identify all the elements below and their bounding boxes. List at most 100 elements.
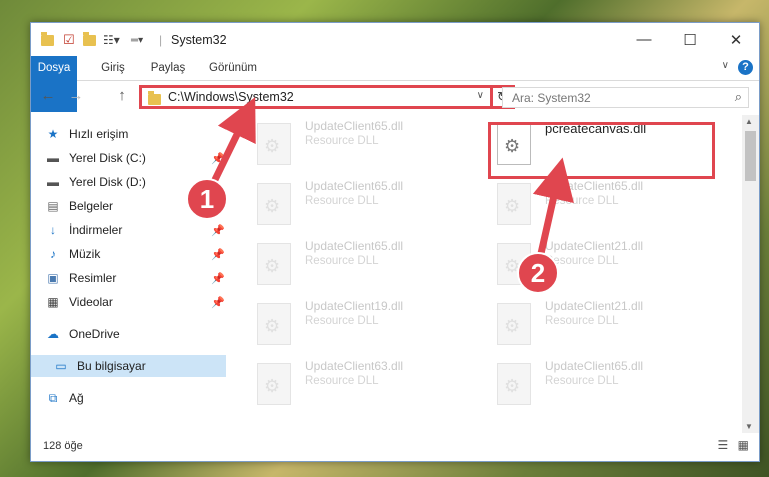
back-button[interactable]: ←: [39, 87, 57, 105]
folder-icon: [148, 91, 161, 105]
file-type: Resource DLL: [305, 195, 379, 207]
tab-view[interactable]: Görünüm: [203, 56, 263, 80]
sidebar-item-label: İndirmeler: [69, 223, 123, 237]
sidebar-item-label: Hızlı erişim: [69, 127, 129, 141]
drive-icon: ▬: [47, 175, 59, 189]
scroll-down-icon[interactable]: ▼: [745, 422, 753, 431]
sidebar-item-label: Müzik: [69, 247, 101, 261]
forward-button[interactable]: →: [67, 87, 85, 105]
close-button[interactable]: ✕: [713, 23, 759, 56]
file-name: UpdateClient65.dll: [545, 359, 644, 373]
file-type: Resource DLL: [305, 315, 379, 327]
list-item[interactable]: UpdateClient65.dll Resource DLL: [491, 357, 711, 413]
maximize-button[interactable]: ☐: [667, 23, 713, 56]
file-type: Resource DLL: [305, 135, 379, 147]
help-icon[interactable]: ?: [738, 60, 753, 75]
navigation-pane: ★ Hızlı erişim ▬ Yerel Disk (C:) 📌 ▬ Yer…: [31, 115, 226, 433]
sidebar-item-label: Bu bilgisayar: [77, 359, 146, 373]
chevron-down-icon[interactable]: ∨: [477, 90, 484, 101]
customize-toolbar-icon[interactable]: ═▾: [131, 32, 143, 48]
sidebar-item-label: Videolar: [69, 295, 113, 309]
sidebar-item-label: Resimler: [69, 271, 117, 285]
up-button[interactable]: ↑: [113, 87, 131, 105]
item-count: 128 öğe: [43, 440, 83, 452]
dll-file-icon: [497, 303, 531, 345]
tab-home[interactable]: Giriş: [89, 56, 137, 80]
scrollbar-thumb[interactable]: [745, 131, 756, 181]
pin-icon[interactable]: 📌: [211, 272, 225, 285]
minimize-button[interactable]: —: [621, 23, 667, 56]
file-type: Resource DLL: [545, 375, 619, 387]
sidebar-item-label: Ağ: [69, 391, 84, 405]
address-bar[interactable]: C:\Windows\System32 ∨: [139, 85, 493, 109]
sidebar-item-onedrive[interactable]: ☁ OneDrive: [45, 323, 120, 345]
file-name: UpdateClient65.dll: [305, 239, 404, 253]
view-options-icon[interactable]: ☷▾: [103, 32, 120, 48]
scroll-up-icon[interactable]: ▲: [745, 117, 753, 126]
properties-icon[interactable]: ☑: [63, 32, 75, 48]
sidebar-item-videos[interactable]: ▦ Videolar: [45, 291, 113, 313]
step-2-badge: 2: [517, 252, 559, 294]
folder-icon: [41, 31, 54, 48]
window-title: System32: [171, 33, 227, 47]
vertical-scrollbar[interactable]: ▲ ▼: [742, 115, 759, 433]
list-item[interactable]: UpdateClient65.dll Resource DLL: [251, 117, 471, 173]
list-item[interactable]: UpdateClient65.dll Resource DLL: [491, 177, 711, 233]
address-path[interactable]: C:\Windows\System32: [168, 90, 294, 104]
list-item[interactable]: UpdateClient21.dll Resource DLL: [491, 297, 711, 353]
sidebar-item-label: OneDrive: [69, 327, 120, 341]
search-icon[interactable]: ⌕: [735, 89, 742, 105]
sidebar-item-pictures[interactable]: ▣ Resimler: [45, 267, 116, 289]
dll-file-icon: [257, 363, 291, 405]
dll-file-icon: [257, 183, 291, 225]
new-folder-icon[interactable]: [83, 31, 96, 48]
list-item[interactable]: UpdateClient63.dll Resource DLL: [251, 357, 471, 413]
file-type: Resource DLL: [305, 255, 379, 267]
download-icon: ↓: [50, 223, 56, 237]
collapse-ribbon-icon[interactable]: ∨: [722, 60, 729, 71]
view-toggle[interactable]: ☰ ▦: [718, 438, 749, 452]
explorer-window: ☑ ☷▾ ═▾ | System32 — ☐ ✕ Dosya Giriş Pay…: [30, 22, 760, 462]
pin-icon[interactable]: 📌: [211, 224, 225, 237]
network-icon: ⧉: [48, 391, 58, 405]
list-item[interactable]: UpdateClient19.dll Resource DLL: [251, 297, 471, 353]
pin-icon[interactable]: 📌: [211, 248, 225, 261]
tab-share[interactable]: Paylaş: [143, 56, 193, 80]
file-name: UpdateClient63.dll: [305, 359, 404, 373]
ribbon: Dosya Giriş Paylaş Görünüm ∨ ?: [31, 56, 759, 112]
sidebar-item-downloads[interactable]: ↓ İndirmeler: [45, 219, 122, 241]
navigation-bar: ← → ↑ C:\Windows\System32 ∨ ↻ Ara: Syste…: [31, 81, 759, 113]
file-name: UpdateClient65.dll: [545, 179, 644, 193]
sidebar-item-local-disk-c[interactable]: ▬ Yerel Disk (C:): [45, 147, 146, 169]
computer-icon: ▭: [55, 359, 67, 373]
list-item[interactable]: UpdateClient65.dll Resource DLL: [251, 177, 471, 233]
file-name: UpdateClient65.dll: [305, 179, 404, 193]
search-box[interactable]: Ara: System32 ⌕: [502, 87, 749, 108]
star-icon: ★: [47, 127, 59, 141]
sidebar-item-this-pc[interactable]: ▭ Bu bilgisayar: [31, 355, 226, 377]
large-icons-view-icon[interactable]: ▦: [738, 438, 749, 452]
pin-icon[interactable]: 📌: [211, 152, 225, 165]
sidebar-item-quick-access[interactable]: ★ Hızlı erişim: [45, 123, 129, 145]
file-name: UpdateClient21.dll: [545, 239, 644, 253]
sidebar-item-label: Belgeler: [69, 199, 114, 213]
drive-icon: ▬: [47, 151, 59, 165]
pin-icon[interactable]: 📌: [211, 296, 225, 309]
sidebar-item-documents[interactable]: ▤ Belgeler: [45, 195, 113, 217]
dll-file-icon: [257, 303, 291, 345]
title-divider: |: [159, 33, 163, 47]
sidebar-item-local-disk-d[interactable]: ▬ Yerel Disk (D:): [45, 171, 146, 193]
video-icon: ▦: [47, 295, 59, 309]
details-view-icon[interactable]: ☰: [718, 438, 729, 452]
search-placeholder: Ara: System32: [512, 91, 591, 105]
step-1-badge: 1: [186, 178, 228, 220]
list-item[interactable]: UpdateClient65.dll Resource DLL: [251, 237, 471, 293]
music-icon: ♪: [50, 247, 56, 261]
cloud-icon: ☁: [47, 327, 59, 341]
file-name: UpdateClient19.dll: [305, 299, 404, 313]
title-bar: ☑ ☷▾ ═▾ | System32 — ☐ ✕: [31, 23, 759, 56]
sidebar-item-network[interactable]: ⧉ Ağ: [45, 387, 84, 409]
sidebar-item-music[interactable]: ♪ Müzik: [45, 243, 100, 265]
dll-file-icon: [257, 123, 291, 165]
sidebar-item-label: Yerel Disk (C:): [69, 151, 146, 165]
